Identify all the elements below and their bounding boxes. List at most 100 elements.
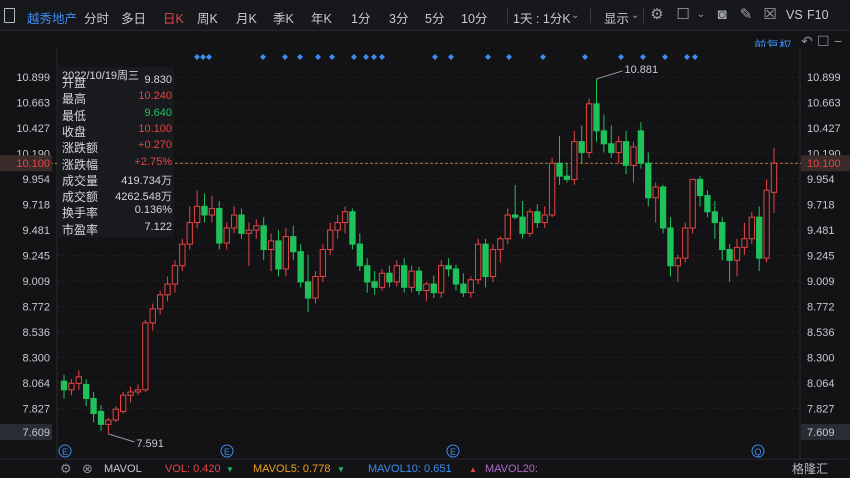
candle-body bbox=[733, 246, 741, 261]
high-annotation-line bbox=[596, 70, 623, 80]
camera-icon[interactable]: ◙ bbox=[713, 6, 731, 24]
candle-body bbox=[571, 141, 578, 180]
period-tab[interactable]: 月K bbox=[236, 8, 257, 27]
close-box-icon[interactable]: ☒ bbox=[761, 6, 779, 24]
price-adjust-selector[interactable]: 前复权 bbox=[754, 35, 792, 54]
candle-body bbox=[541, 214, 548, 224]
current-price-label-left: 10.100 bbox=[16, 158, 50, 170]
high-annotation: 10.881 bbox=[625, 64, 659, 76]
settings-icon[interactable]: ⚙ bbox=[60, 461, 72, 477]
period-tab[interactable]: 10分 bbox=[461, 8, 487, 27]
candle-body bbox=[534, 211, 541, 224]
y-tick-label-left: 8.772 bbox=[22, 302, 50, 314]
y-tick-label-left: 10.899 bbox=[16, 72, 50, 84]
current-price-label-right: 10.100 bbox=[807, 158, 841, 170]
checkbox-icon[interactable]: ☐ bbox=[674, 6, 692, 24]
event-marker bbox=[662, 54, 668, 60]
event-marker bbox=[260, 54, 266, 60]
candle-body bbox=[120, 394, 127, 412]
y-tick-label-right: 10.427 bbox=[807, 123, 841, 135]
event-letter: Q bbox=[754, 447, 761, 457]
candle-body bbox=[171, 265, 179, 285]
pencil-icon[interactable]: ✎ bbox=[737, 6, 755, 24]
down-arrow-icon: ▼ bbox=[226, 465, 234, 474]
candle-body bbox=[134, 389, 142, 393]
candle-body bbox=[445, 265, 452, 270]
period-tab[interactable]: 分时 bbox=[84, 8, 109, 27]
y-tick-label-right: 10.663 bbox=[807, 97, 841, 109]
info-label: 开盘 bbox=[62, 76, 87, 90]
chevron-down-icon[interactable]: ⌄ bbox=[692, 6, 710, 24]
candle-body bbox=[223, 227, 230, 244]
candle-body bbox=[245, 229, 253, 234]
y-tick-label-left: 10.427 bbox=[16, 123, 50, 135]
y-tick-label-left: 9.481 bbox=[22, 225, 50, 237]
chevron-down-icon[interactable]: ⌄ bbox=[571, 10, 579, 21]
event-marker bbox=[506, 54, 512, 60]
undo-icon[interactable]: ↶ bbox=[801, 33, 813, 50]
info-value: 4262.548万 bbox=[115, 191, 172, 204]
y-tick-label-left: 8.536 bbox=[22, 327, 50, 339]
y-tick-label-right: 9.245 bbox=[807, 250, 835, 262]
period-tab[interactable]: 年K bbox=[311, 8, 332, 27]
f10-button[interactable]: F10 bbox=[807, 8, 829, 22]
separator bbox=[643, 8, 644, 23]
candle-body bbox=[438, 265, 445, 294]
period-tab[interactable]: 5分 bbox=[425, 8, 444, 27]
box-icon[interactable]: ☐ bbox=[817, 33, 830, 50]
candle-body bbox=[75, 376, 82, 384]
close-icon[interactable]: ⊗ bbox=[82, 461, 93, 477]
chevron-down-icon[interactable]: ⌄ bbox=[631, 10, 639, 21]
candle-body bbox=[637, 130, 645, 164]
candle-body bbox=[267, 240, 275, 251]
stock-name[interactable]: 越秀地产 bbox=[27, 8, 77, 27]
y-tick-label-right: 9.718 bbox=[807, 199, 835, 211]
display-menu[interactable]: 显示 bbox=[604, 8, 629, 27]
vol-value: VOL: 0.420 bbox=[165, 463, 221, 475]
price-tag-right bbox=[801, 155, 850, 172]
info-row: 成交量 419.734万 bbox=[62, 172, 172, 188]
period-tab[interactable]: 多日 bbox=[121, 8, 146, 27]
y-tick-label-left: 9.954 bbox=[22, 174, 50, 186]
candle-body bbox=[667, 227, 674, 267]
event-marker bbox=[692, 54, 698, 60]
candle-body bbox=[260, 225, 267, 251]
event-circle bbox=[220, 444, 234, 458]
candle-body bbox=[386, 272, 393, 283]
event-marker bbox=[379, 54, 385, 60]
period-tab[interactable]: 季K bbox=[273, 8, 294, 27]
period-tab[interactable]: 日K bbox=[163, 8, 184, 27]
logo: 格隆汇 bbox=[792, 462, 829, 476]
period-tab[interactable]: 1分 bbox=[351, 8, 370, 27]
candle-body bbox=[334, 222, 341, 231]
candle-body bbox=[415, 270, 423, 292]
panel-toggle-icon[interactable] bbox=[0, 0, 18, 30]
event-marker bbox=[351, 54, 357, 60]
separator bbox=[507, 8, 508, 23]
candle-body bbox=[630, 146, 637, 166]
dual-period-selector[interactable]: 1天 : 1分K bbox=[513, 8, 571, 27]
candle-body bbox=[297, 251, 304, 283]
candle-body bbox=[711, 211, 718, 224]
event-marker bbox=[448, 54, 454, 60]
separator bbox=[590, 8, 591, 23]
y-tick-label-right: 9.481 bbox=[807, 225, 835, 237]
info-label: 涨跌幅 bbox=[62, 157, 99, 172]
candle-body bbox=[497, 238, 504, 251]
minus-icon[interactable]: − bbox=[834, 33, 842, 49]
period-tab[interactable]: 周K bbox=[197, 8, 218, 27]
info-value: 419.734万 bbox=[121, 174, 172, 187]
top-toolbar: 越秀地产 分时 多日 日K 周K 月K 季K 年K 1分 3分 5分 10分 1天 : 1分K ⌄ … bbox=[0, 0, 850, 31]
info-label: 成交量 bbox=[62, 173, 99, 188]
y-tick-label-right: 9.009 bbox=[807, 276, 835, 288]
info-value: +0.270 bbox=[138, 139, 172, 152]
vs-button[interactable]: VS bbox=[786, 8, 803, 22]
y-tick-label-right: 8.536 bbox=[807, 327, 835, 339]
candle-body bbox=[615, 141, 622, 153]
settings-icon[interactable]: ⚙ bbox=[648, 6, 666, 24]
candle-body bbox=[90, 397, 97, 415]
mavol5-value: MAVOL5: 0.778 bbox=[253, 463, 331, 475]
candle-body bbox=[689, 178, 696, 229]
period-tab[interactable]: 3分 bbox=[389, 8, 408, 27]
indicator-name[interactable]: MAVOL bbox=[104, 463, 142, 475]
